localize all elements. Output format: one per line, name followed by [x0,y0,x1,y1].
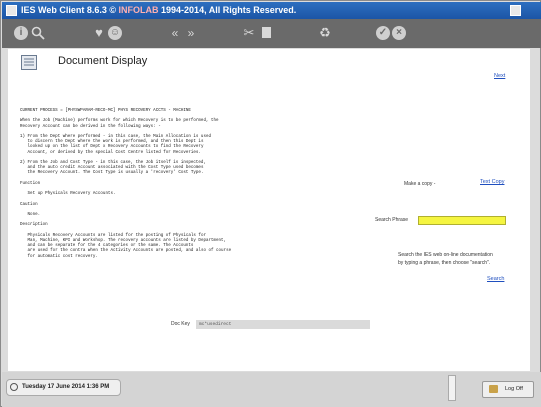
doc-key-field: mc*usedirect [196,320,370,329]
title-brand: INFOLAB [118,5,159,15]
check-icon[interactable]: ✓ [376,26,390,40]
window-title: IES Web Client 8.6.3 © INFOLAB 1994-2014… [21,2,296,19]
app-logo-icon [6,5,17,16]
back-icon[interactable]: « [168,26,182,40]
search-help-line1: Search the IES web on-line documentation [398,252,493,258]
smiley-icon[interactable]: ☺ [108,26,122,40]
search-phrase-label: Search Phrase [375,217,409,223]
date-display: Tuesday 17 June 2014 1:36 PM [6,379,121,396]
cancel-icon[interactable]: × [392,26,406,40]
search-icon[interactable] [31,26,45,40]
lock-icon [489,385,498,393]
scrollbar[interactable] [448,375,456,401]
application-window: IES Web Client 8.6.3 © INFOLAB 1994-2014… [0,0,541,407]
next-link[interactable]: Next [494,73,505,79]
recycle-icon[interactable]: ♻ [318,26,332,40]
info-icon[interactable]: i [14,26,28,40]
make-copy-label: Make a copy - [404,181,436,187]
status-bar: Tuesday 17 June 2014 1:36 PM Log Off [2,372,541,407]
search-help-line2: by typing a phrase, then choose "search"… [398,260,491,266]
title-prefix: IES Web Client 8.6.3 © [21,5,116,15]
blank-page-icon[interactable] [259,26,273,40]
text-copy-link[interactable]: Text Copy [480,179,504,185]
page-title: Document Display [58,55,148,67]
toolbar: i ♥ ☺ « » ✂ ♻ ✓ × [2,19,541,48]
title-bar: IES Web Client 8.6.3 © INFOLAB 1994-2014… [2,2,541,19]
search-link[interactable]: Search [487,276,504,282]
log-off-button[interactable]: Log Off [482,381,534,398]
clock-icon [10,383,18,391]
date-text: Tuesday 17 June 2014 1:36 PM [22,384,110,390]
main-content: Document Display Next CURRENT PROCESS = … [8,49,530,371]
document-text: CURRENT PROCESS = [PHYSWPARAM-RECO-MC] P… [20,109,232,259]
doc-key-label: Doc Key [171,321,190,327]
forward-icon[interactable]: » [184,26,198,40]
title-suffix: 1994-2014, All Rights Reserved. [161,5,297,15]
heart-icon[interactable]: ♥ [92,26,106,40]
document-icon [21,55,37,70]
tools-icon[interactable]: ✂ [242,26,256,40]
window-control-icon[interactable] [510,5,521,16]
log-off-label: Log Off [505,386,523,392]
search-phrase-input[interactable] [418,216,506,225]
